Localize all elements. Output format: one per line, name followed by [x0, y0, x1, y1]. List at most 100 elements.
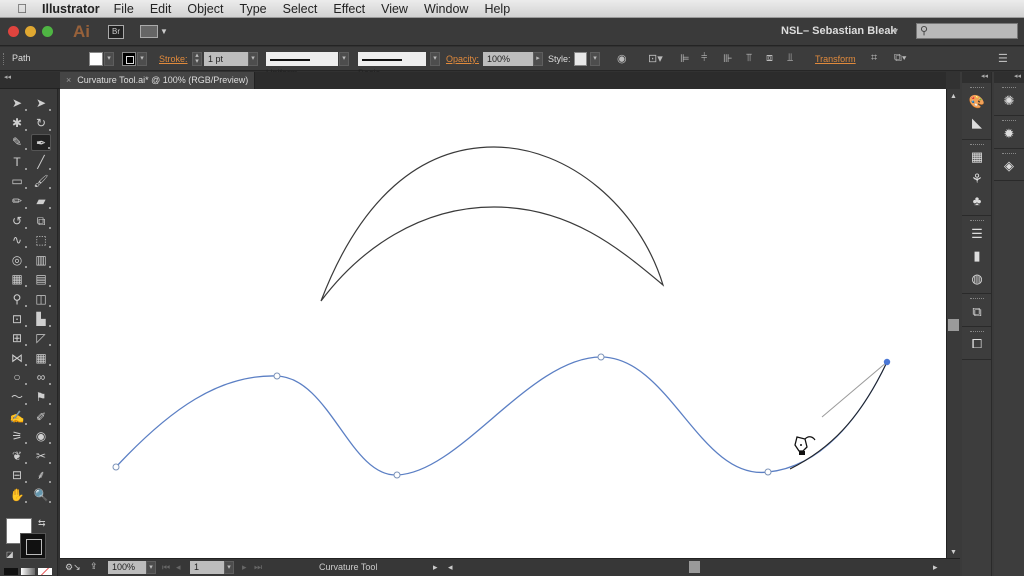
ellipse-tool[interactable]: ○	[7, 369, 27, 386]
panel-group-grip[interactable]	[970, 298, 984, 300]
align-bottom-icon[interactable]: ⫫	[787, 52, 793, 65]
artboard-number-input[interactable]: 1	[190, 561, 224, 574]
vertical-scroll-thumb[interactable]	[948, 319, 959, 331]
color-panel-icon[interactable]: 🎨	[968, 93, 986, 111]
select-similar-icon[interactable]: ⧉▾	[894, 52, 906, 65]
panel-group-grip[interactable]	[970, 87, 984, 89]
document-tab[interactable]: × Curvature Tool.ai* @ 100% (RGB/Preview)	[60, 72, 255, 89]
gradient-tool[interactable]: ▤	[31, 271, 51, 288]
anchor-point[interactable]	[393, 471, 401, 479]
smooth-tool[interactable]: 〜	[7, 389, 27, 406]
align-horizontal-center-icon[interactable]: ⫩	[701, 52, 707, 65]
graphic-style-swatch[interactable]	[574, 52, 587, 66]
menu-object[interactable]: Object	[187, 2, 223, 16]
chevron-down-icon[interactable]: ▼	[160, 27, 168, 36]
paintbrush-tool[interactable]: 🖌	[31, 173, 51, 190]
opacity-input[interactable]: 100%	[483, 52, 533, 66]
first-artboard-icon[interactable]: ⏮	[162, 562, 170, 573]
magic-wand-tool[interactable]: ✱	[7, 115, 27, 132]
rectangle-tool[interactable]: ▭	[7, 173, 27, 190]
control-panel-menu-icon[interactable]: ☰	[998, 52, 1008, 65]
blend-tool[interactable]: ◫	[31, 291, 51, 308]
align-top-icon[interactable]: ⫪	[746, 52, 752, 65]
opacity-dropdown[interactable]: ▸	[533, 52, 543, 66]
color-mode-button[interactable]	[4, 568, 18, 575]
anchor-point[interactable]	[597, 353, 605, 361]
direct-selection-tool[interactable]: ➤	[31, 95, 51, 112]
current-tool-status[interactable]: Curvature Tool	[319, 562, 377, 572]
stroke-color-box[interactable]	[20, 533, 46, 559]
mesh-tool[interactable]: ▦	[7, 271, 27, 288]
stroke-weight-input[interactable]: 1 pt	[204, 52, 248, 66]
scroll-left-icon[interactable]: ◂	[448, 562, 453, 573]
scale-tool[interactable]: ⧉	[31, 213, 51, 230]
align-right-icon[interactable]: ⊪	[723, 52, 733, 65]
column-graph-tool[interactable]: ▙	[31, 311, 51, 328]
stroke-dropdown[interactable]: ▾	[137, 52, 147, 66]
recolor-artwork-icon[interactable]: ◉	[617, 52, 627, 65]
collapse-dock-icon[interactable]: ◂◂	[1014, 72, 1021, 80]
apple-icon[interactable]: 	[14, 1, 30, 16]
blob-brush-tool[interactable]: ⚑	[31, 389, 51, 406]
eyedropper-tool[interactable]: ⚲	[7, 291, 27, 308]
stroke-panel-link[interactable]: Stroke:	[159, 54, 188, 64]
menu-window[interactable]: Window	[424, 2, 468, 16]
symbol-sprayer-tool[interactable]: ⊡	[7, 311, 27, 328]
workspace-switcher[interactable]: NSL– Sebastian Bleak	[781, 25, 897, 37]
swatches-panel-icon[interactable]: ▦	[968, 148, 986, 166]
stroke-weight-dropdown[interactable]: ▾	[248, 52, 258, 66]
pen-tool[interactable]: ✎	[7, 134, 27, 151]
stroke-color-swatch[interactable]	[122, 52, 136, 66]
artboard-canvas[interactable]	[60, 89, 946, 558]
warp-tool[interactable]: ∿	[7, 232, 27, 249]
zoom-dropdown[interactable]: ▾	[146, 561, 156, 574]
align-to-icon[interactable]: ⊡▾	[648, 52, 663, 65]
swap-fill-stroke-icon[interactable]: ⇆	[38, 518, 46, 529]
search-help-input[interactable]: ⚲	[916, 23, 1018, 39]
type-tool[interactable]: T	[7, 154, 27, 171]
appearance-panel-icon[interactable]: ✺	[1000, 92, 1018, 110]
brush-dropdown[interactable]: ▾	[430, 52, 440, 66]
graphic-styles-panel-icon[interactable]: ✹	[1000, 125, 1018, 143]
menu-select[interactable]: Select	[283, 2, 318, 16]
fill-color-swatch[interactable]	[89, 52, 103, 66]
hand-tool[interactable]: ✋	[7, 487, 27, 504]
transparency-panel-icon[interactable]: ◍	[968, 270, 986, 288]
panel-group-grip[interactable]	[1002, 87, 1016, 89]
scroll-up-icon[interactable]: ▲	[950, 93, 957, 100]
free-transform-tool[interactable]: ⬚	[31, 232, 51, 249]
pencil-tool[interactable]: ✏	[7, 193, 27, 210]
brush-definition[interactable]: Basic	[358, 52, 426, 78]
stroke-weight-stepper[interactable]: ▴ ▾	[192, 52, 202, 66]
scroll-right-icon[interactable]: ▸	[933, 562, 938, 573]
anchor-point[interactable]	[112, 463, 120, 471]
menu-effect[interactable]: Effect	[333, 2, 365, 16]
panel-group-grip[interactable]	[1002, 120, 1016, 122]
zoom-tool[interactable]: 🔍	[31, 487, 51, 504]
horizontal-scroll-thumb[interactable]	[689, 561, 700, 573]
panel-group-grip[interactable]	[970, 220, 984, 222]
panel-group-grip[interactable]	[970, 331, 984, 333]
gradient-panel-icon[interactable]: ▮	[968, 247, 986, 265]
live-paint-bucket-tool[interactable]: ▦	[31, 350, 51, 367]
perspective-grid-tool[interactable]: ▥	[31, 252, 51, 269]
crystallize-tool[interactable]: ⚞	[7, 428, 27, 445]
bridge-button[interactable]: Br	[108, 24, 124, 39]
align-vertical-center-icon[interactable]: ⧈	[766, 52, 773, 65]
color-guide-panel-icon[interactable]: ◣	[968, 114, 986, 132]
line-segment-tool[interactable]: ╱	[31, 154, 51, 171]
control-bar-grip[interactable]	[3, 53, 5, 65]
lasso-tool[interactable]: ↻	[31, 115, 51, 132]
collapse-toolbox-icon[interactable]: ◂◂	[4, 73, 11, 81]
arrange-documents-button[interactable]	[140, 25, 158, 38]
transform-panel-link[interactable]: Transform	[815, 54, 856, 64]
eraser-tool[interactable]: ▰	[31, 193, 51, 210]
crop-area-tool[interactable]: ⊟	[7, 467, 27, 484]
puppet-warp-tool[interactable]: ✍	[7, 409, 27, 426]
brushes-panel-icon[interactable]: ⚘	[968, 170, 986, 188]
share-icon[interactable]: ⇪	[90, 561, 98, 572]
gpu-performance-icon[interactable]: ⚙↘	[65, 562, 81, 573]
shaper-tool[interactable]: ∞	[31, 369, 51, 386]
menu-file[interactable]: File	[114, 2, 134, 16]
reshape-tool[interactable]: ✐	[31, 409, 51, 426]
